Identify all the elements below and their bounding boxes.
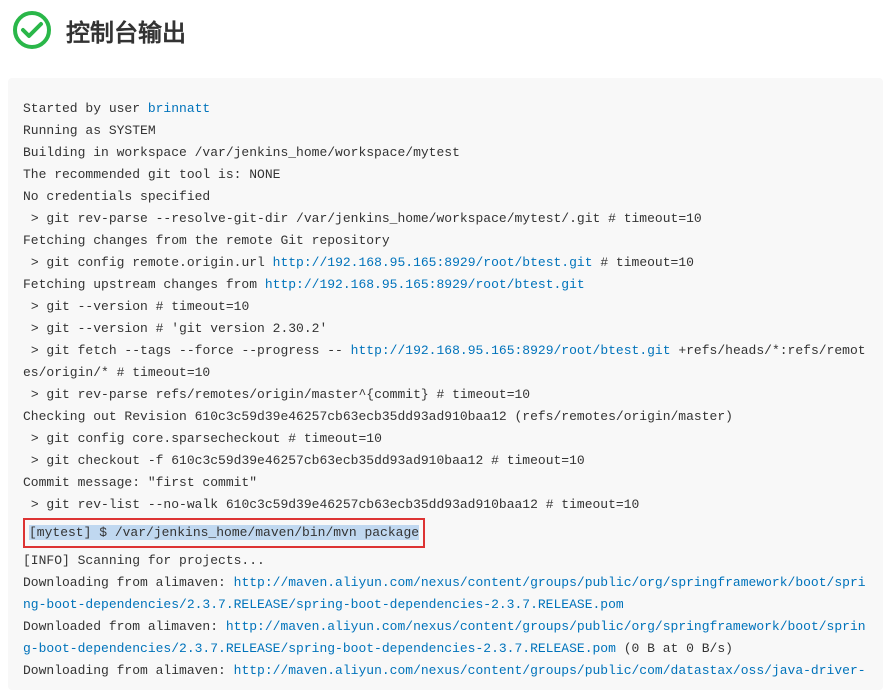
console-line: Checking out Revision 610c3c59d39e46257c… (23, 406, 868, 428)
git-url-link[interactable]: http://192.168.95.165:8929/root/btest.gi… (265, 277, 585, 292)
console-line: > git --version # 'git version 2.30.2' (23, 318, 868, 340)
console-output-panel: Started by user brinnatt Running as SYST… (8, 78, 883, 690)
console-line: Fetching upstream changes from http://19… (23, 274, 868, 296)
console-line: Building in workspace /var/jenkins_home/… (23, 142, 868, 164)
console-line: Commit message: "first commit" (23, 472, 868, 494)
console-line: No credentials specified (23, 186, 868, 208)
console-line: > git rev-list --no-walk 610c3c59d39e462… (23, 494, 868, 516)
console-line: > git config remote.origin.url http://19… (23, 252, 868, 274)
console-line-highlighted: [mytest] $ /var/jenkins_home/maven/bin/m… (23, 516, 868, 550)
console-line: > git rev-parse refs/remotes/origin/mast… (23, 384, 868, 406)
page-header: 控制台输出 (0, 0, 891, 78)
git-url-link[interactable]: http://192.168.95.165:8929/root/btest.gi… (273, 255, 593, 270)
console-line: Downloading from alimaven: http://maven.… (23, 572, 868, 616)
console-line: > git config core.sparsecheckout # timeo… (23, 428, 868, 450)
console-line: Downloading from alimaven: http://maven.… (23, 660, 868, 682)
console-line: Running as SYSTEM (23, 120, 868, 142)
console-line: Started by user brinnatt (23, 98, 868, 120)
console-line: [INFO] Scanning for projects... (23, 550, 868, 572)
console-line: The recommended git tool is: NONE (23, 164, 868, 186)
console-line: > git rev-parse --resolve-git-dir /var/j… (23, 208, 868, 230)
console-line: > git checkout -f 610c3c59d39e46257cb63e… (23, 450, 868, 472)
page-title: 控制台输出 (66, 13, 186, 48)
git-url-link[interactable]: http://192.168.95.165:8929/root/btest.gi… (351, 343, 671, 358)
console-line: > git fetch --tags --force --progress --… (23, 340, 868, 384)
user-link[interactable]: brinnatt (148, 101, 210, 116)
success-check-icon (12, 10, 52, 50)
console-line: Downloaded from alimaven: http://maven.a… (23, 616, 868, 660)
console-line: Fetching changes from the remote Git rep… (23, 230, 868, 252)
console-line: > git --version # timeout=10 (23, 296, 868, 318)
